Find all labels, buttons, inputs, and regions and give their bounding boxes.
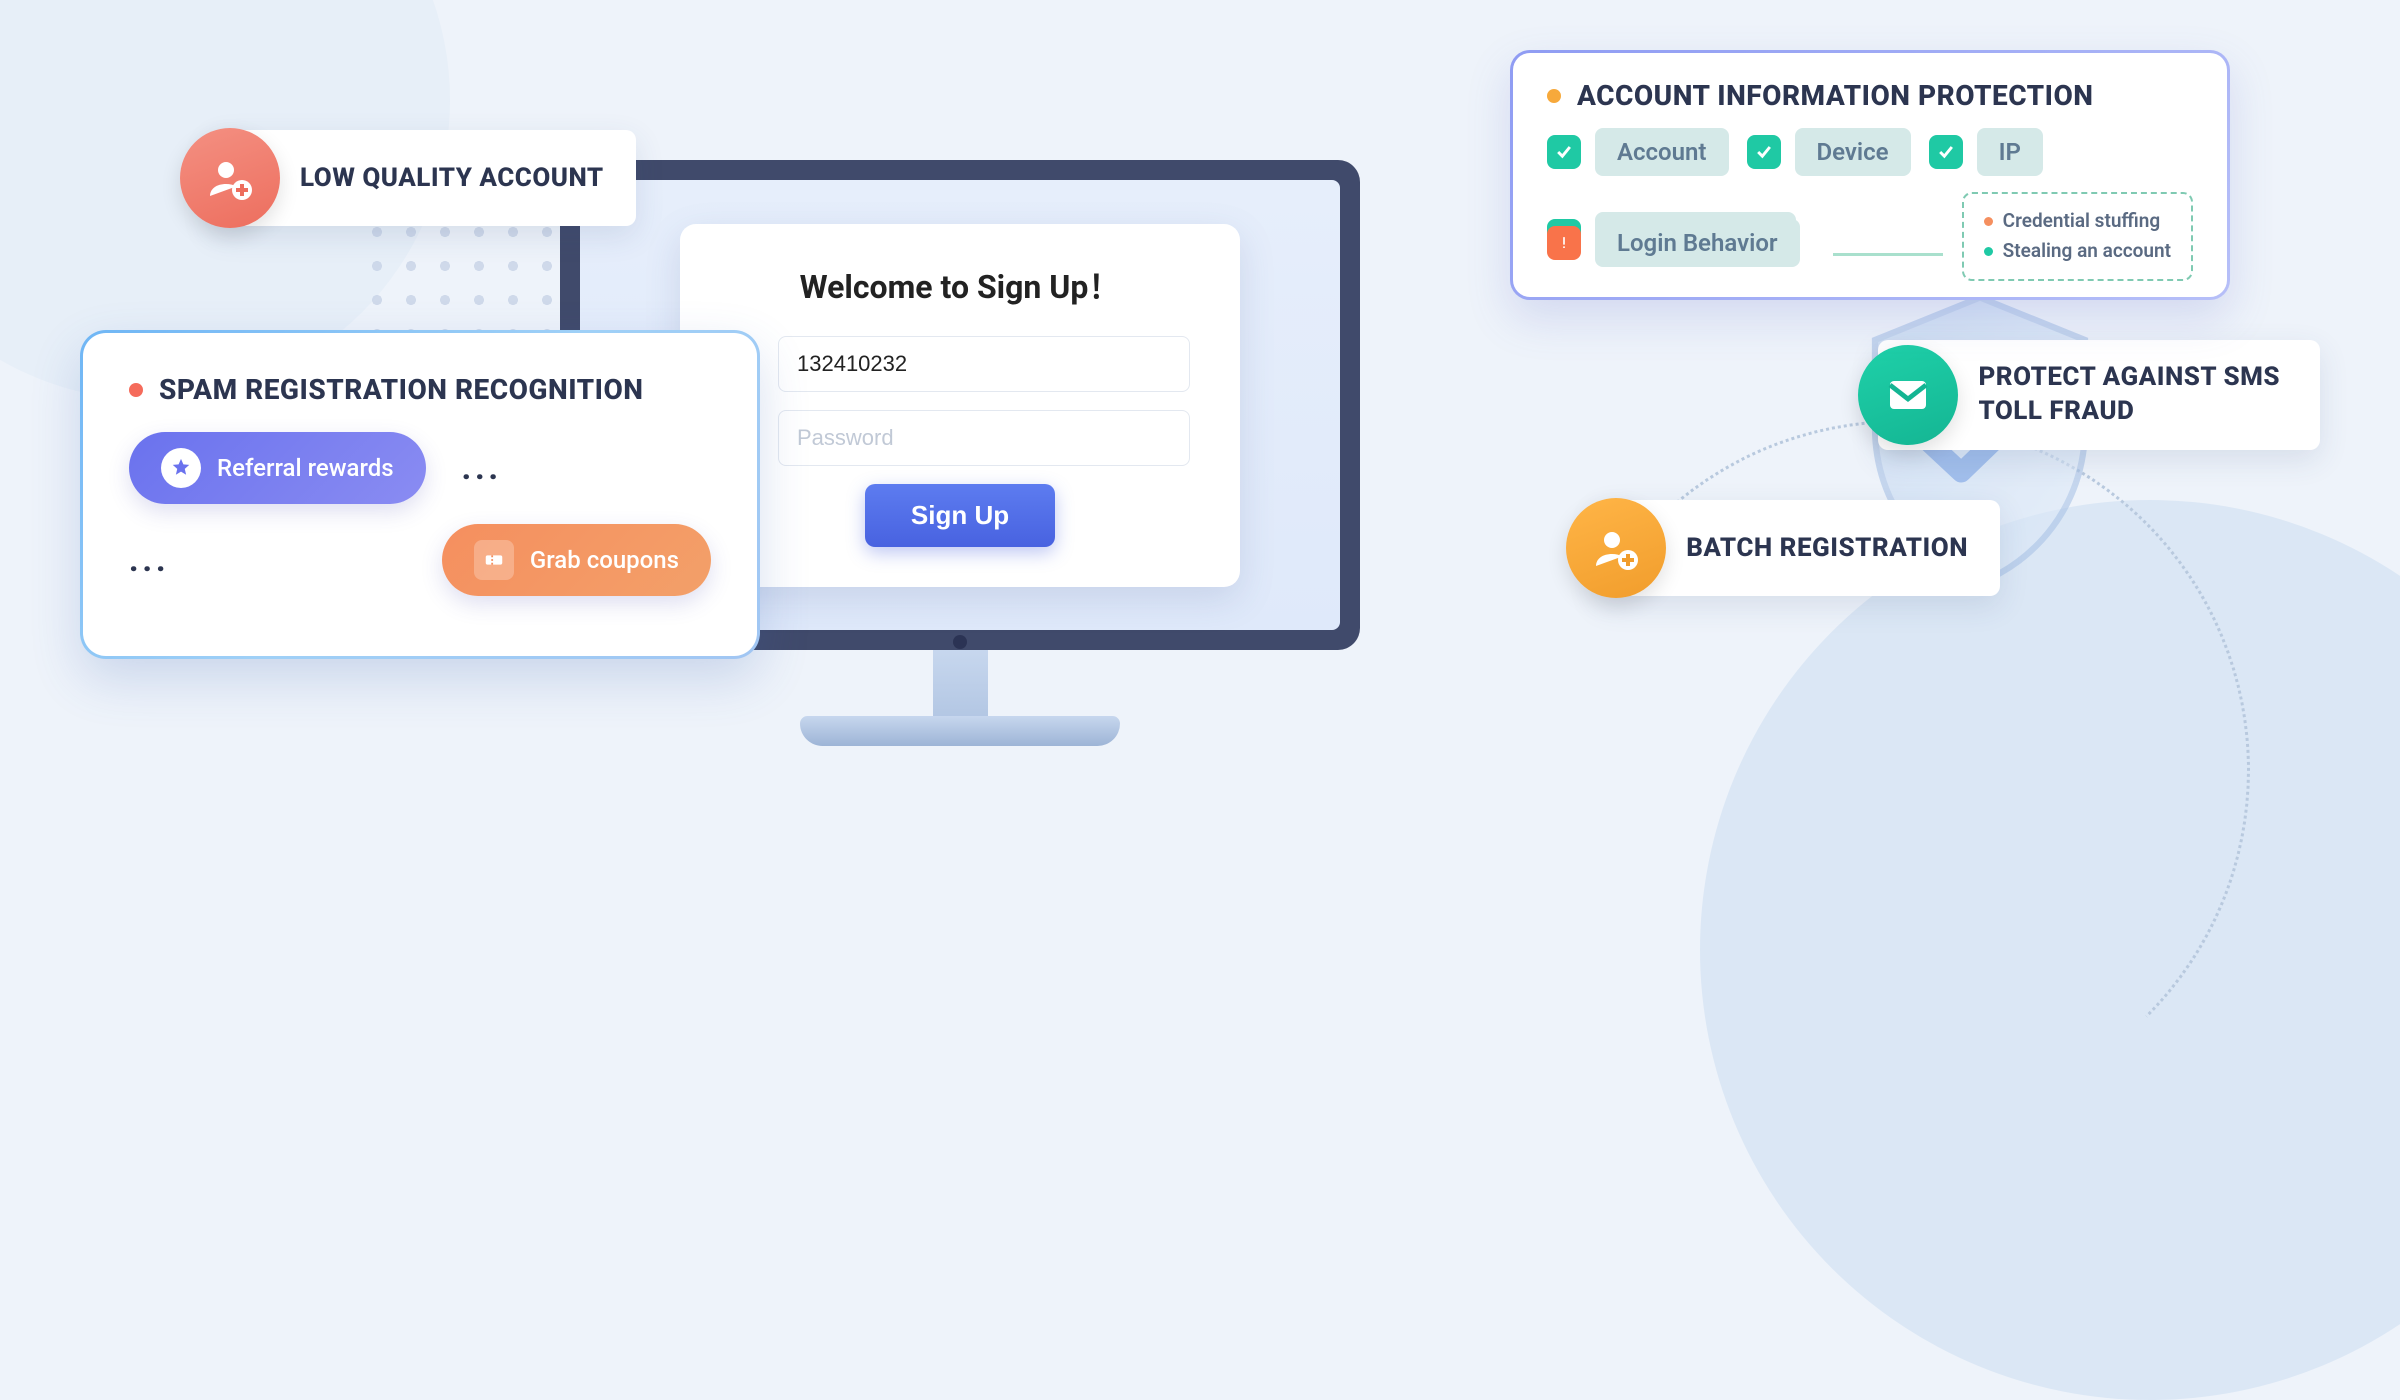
chip-login-behavior: Login Behavior <box>1547 219 1800 267</box>
protect-sms-label: PROTECT AGAINST SMSTOLL FRAUD <box>1978 361 2280 429</box>
check-icon <box>1547 135 1581 169</box>
user-add-icon <box>1566 498 1666 598</box>
chip-account: Account <box>1547 128 1729 176</box>
check-icon <box>1929 135 1963 169</box>
username-input[interactable] <box>778 336 1190 392</box>
bullet-icon <box>1547 89 1561 103</box>
low-quality-label: LOW QUALITY ACCOUNT <box>300 163 604 193</box>
account-info-protection-panel: ACCOUNT INFORMATION PROTECTION Account D… <box>1510 50 2230 300</box>
threat-box: Credential stuffing Stealing an account <box>1962 192 2193 281</box>
batch-label: BATCH REGISTRATION <box>1686 533 1968 563</box>
check-icon <box>1747 135 1781 169</box>
password-input[interactable] <box>778 410 1190 466</box>
info-panel-title: ACCOUNT INFORMATION PROTECTION <box>1577 79 2094 112</box>
referral-rewards-pill: Referral rewards <box>129 432 426 504</box>
coupon-icon <box>474 540 514 580</box>
signup-title: Welcome to Sign Up！ <box>730 262 1190 308</box>
grab-coupons-pill: Grab coupons <box>442 524 711 596</box>
star-icon <box>161 448 201 488</box>
batch-registration-card: BATCH REGISTRATION <box>1596 500 2000 596</box>
signup-button[interactable]: Sign Up <box>865 484 1055 547</box>
user-add-icon <box>180 128 280 228</box>
bullet-icon <box>129 383 143 397</box>
ellipsis-icon: ... <box>129 541 169 579</box>
warning-icon <box>1547 226 1581 260</box>
low-quality-account-card: LOW QUALITY ACCOUNT <box>210 130 636 226</box>
mail-icon <box>1858 345 1958 445</box>
ellipsis-icon: ... <box>462 449 502 487</box>
spam-registration-panel: SPAM REGISTRATION RECOGNITION Referral r… <box>80 330 760 659</box>
chip-ip: IP <box>1929 128 2043 176</box>
signup-card: Welcome to Sign Up！ Sign Up <box>680 224 1240 587</box>
spam-panel-title: SPAM REGISTRATION RECOGNITION <box>159 373 644 406</box>
protect-sms-card: PROTECT AGAINST SMSTOLL FRAUD <box>1878 340 2320 450</box>
chip-device: Device <box>1747 128 1911 176</box>
